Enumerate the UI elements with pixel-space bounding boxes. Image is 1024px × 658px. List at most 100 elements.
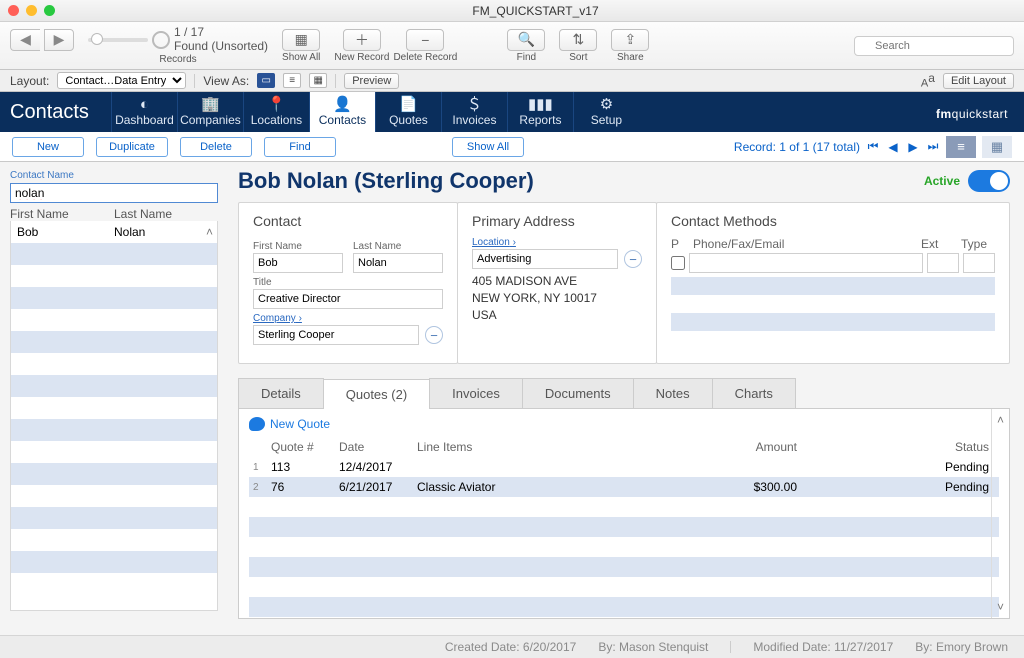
search-icon: 🔍 — [518, 31, 535, 48]
brand-logo: fmquickstart — [936, 101, 1024, 124]
remove-location-icon[interactable]: − — [624, 250, 642, 268]
nav-contacts[interactable]: 👤Contacts — [309, 92, 375, 132]
document-icon: 📄 — [399, 97, 418, 112]
speech-icon — [249, 417, 265, 431]
list-item[interactable]: BobNolan ˄ — [11, 221, 217, 243]
global-search[interactable] — [854, 36, 1014, 56]
minus-record-icon: − — [421, 32, 429, 48]
tab-quotes[interactable]: Quotes (2) — [323, 379, 430, 409]
tab-details[interactable]: Details — [238, 378, 324, 408]
panel-title: Primary Address — [472, 213, 642, 229]
gauge-icon: ◐ — [140, 97, 149, 112]
gear-icon: ⚙ — [600, 97, 613, 112]
nav-reports[interactable]: ▮▮▮Reports — [507, 92, 573, 132]
action-bar: New Duplicate Delete Find Show All Recor… — [0, 132, 1024, 162]
find-button[interactable]: 🔍 — [507, 29, 545, 51]
list-view-button[interactable]: ≡ — [283, 73, 301, 88]
prev-record-icon[interactable]: ◀ — [886, 140, 900, 154]
form-toggle[interactable]: ≡ — [946, 136, 976, 158]
form-view-button[interactable]: ▭ — [257, 73, 275, 88]
text-format-icon[interactable]: Aa — [921, 71, 935, 90]
contact-panel: Contact First NameBob Last NameNolan Tit… — [238, 202, 458, 364]
person-icon: 👤 — [333, 97, 352, 112]
phone-email-field[interactable] — [689, 253, 923, 273]
main-panel: Bob Nolan (Sterling Cooper) Active Conta… — [228, 162, 1024, 635]
delete-button[interactable]: Delete — [180, 137, 252, 157]
edit-layout-button[interactable]: Edit Layout — [943, 73, 1014, 89]
minimize-icon[interactable] — [26, 5, 37, 16]
money-icon: ＄ — [467, 97, 482, 112]
show-all-button[interactable]: ▦ — [282, 29, 320, 51]
table-row[interactable]: 111312/4/2017Pending — [249, 457, 999, 477]
table-row[interactable]: 2766/21/2017Classic Aviator$300.00Pendin… — [249, 477, 999, 497]
nav-companies[interactable]: 🏢Companies — [177, 92, 243, 132]
grid-toggle[interactable]: ▦ — [982, 136, 1012, 158]
find-button-2[interactable]: Find — [264, 137, 336, 157]
chevron-up-icon[interactable]: ˄ — [206, 225, 213, 239]
next-record-icon[interactable]: ▶ — [906, 140, 920, 154]
record-slider[interactable] — [88, 38, 148, 42]
nav-back-button[interactable]: ◀ — [10, 29, 40, 51]
traffic-lights — [8, 5, 55, 16]
first-record-icon[interactable]: ⏮ — [866, 139, 880, 154]
sidebar-search-input[interactable] — [10, 183, 218, 203]
nav-dashboard[interactable]: ◐Dashboard — [111, 92, 177, 132]
nav-invoices[interactable]: ＄Invoices — [441, 92, 507, 132]
chevron-up-icon[interactable]: ˄ — [997, 413, 1004, 427]
remove-company-icon[interactable]: − — [425, 326, 443, 344]
record-count: 1 / 17Found (Unsorted) — [174, 26, 268, 52]
scroll-column[interactable]: ˄ ˅ — [991, 409, 1009, 618]
sort-icon: ⇅ — [572, 31, 584, 48]
show-all-button-2[interactable]: Show All — [452, 137, 524, 157]
nav-locations[interactable]: 📍Locations — [243, 92, 309, 132]
tab-charts[interactable]: Charts — [712, 378, 796, 408]
contact-method-row[interactable] — [671, 253, 995, 273]
contact-methods-panel: Contact Methods PPhone/Fax/EmailExtType — [656, 202, 1010, 364]
record-nav: Record: 1 of 1 (17 total) ⏮ ◀ ▶ ⏭ ≡ ▦ — [734, 136, 1012, 158]
contact-list[interactable]: BobNolan ˄ — [10, 221, 218, 611]
active-toggle[interactable] — [968, 170, 1010, 192]
tab-notes[interactable]: Notes — [633, 378, 713, 408]
company-link[interactable]: Company — [253, 313, 443, 324]
address-panel: Primary Address Location Advertising− 40… — [457, 202, 657, 364]
duplicate-button[interactable]: Duplicate — [96, 137, 168, 157]
address-text: 405 MADISON AVENEW YORK, NY 10017USA — [472, 273, 642, 323]
first-name-field[interactable]: Bob — [253, 253, 343, 273]
delete-record-button[interactable]: − — [406, 29, 444, 51]
plus-record-icon: ＋ — [355, 30, 369, 50]
chart-icon: ▮▮▮ — [528, 97, 553, 112]
nav-setup[interactable]: ⚙Setup — [573, 92, 639, 132]
active-status: Active — [924, 170, 1010, 192]
new-quote-button[interactable]: New Quote — [249, 417, 999, 431]
new-button[interactable]: New — [12, 137, 84, 157]
chevron-down-icon[interactable]: ˅ — [997, 600, 1004, 614]
primary-checkbox[interactable] — [671, 256, 685, 270]
table-view-button[interactable]: ▦ — [309, 73, 327, 88]
zoom-icon[interactable] — [44, 5, 55, 16]
loading-icon — [152, 31, 170, 49]
app-navbar: Contacts ◐Dashboard 🏢Companies 📍Location… — [0, 92, 1024, 132]
pin-icon: 📍 — [267, 97, 286, 112]
last-name-field[interactable]: Nolan — [353, 253, 443, 273]
location-field[interactable]: Advertising — [472, 249, 618, 269]
search-input[interactable] — [854, 36, 1014, 56]
close-icon[interactable] — [8, 5, 19, 16]
title-field[interactable]: Creative Director — [253, 289, 443, 309]
company-field[interactable]: Sterling Cooper — [253, 325, 419, 345]
layout-select[interactable]: Contact…Data Entry — [57, 72, 186, 89]
tab-invoices[interactable]: Invoices — [429, 378, 523, 408]
nav-forward-button[interactable]: ▶ — [44, 29, 74, 51]
nav-quotes[interactable]: 📄Quotes — [375, 92, 441, 132]
last-record-icon[interactable]: ⏭ — [926, 139, 940, 154]
location-link[interactable]: Location — [472, 237, 642, 248]
share-button[interactable]: ⇪ — [611, 29, 649, 51]
preview-button[interactable]: Preview — [344, 73, 399, 89]
grid-icon: ▦ — [295, 31, 308, 48]
sort-button[interactable]: ⇅ — [559, 29, 597, 51]
detail-tabs: Details Quotes (2) Invoices Documents No… — [238, 378, 1010, 409]
new-record-button[interactable]: ＋ — [343, 29, 381, 51]
type-field[interactable] — [963, 253, 995, 273]
tab-documents[interactable]: Documents — [522, 378, 634, 408]
ext-field[interactable] — [927, 253, 959, 273]
quotes-header: Quote #DateLine ItemsAmountStatus — [249, 437, 999, 457]
